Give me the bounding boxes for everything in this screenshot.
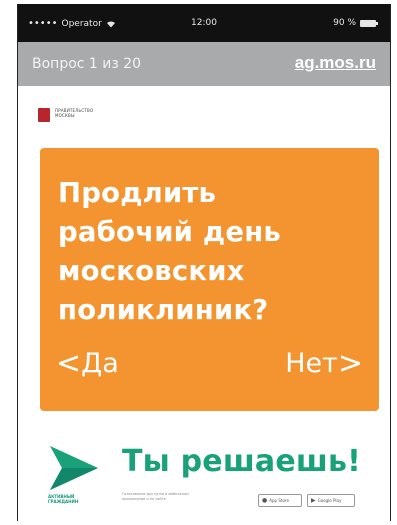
small-text-line: приложении и на сайте <box>122 497 166 501</box>
slogan: Ты решаешь! <box>122 444 362 479</box>
question-progress: Вопрос 1 из 20 <box>32 56 142 72</box>
footer-small-text: Голосование доступно в мобильном приложе… <box>122 492 232 502</box>
active-citizen-logo-icon <box>48 444 100 492</box>
app-store-label: App Store <box>269 498 289 503</box>
battery-icon <box>360 19 378 27</box>
site-link[interactable]: ag.mos.ru <box>295 53 376 73</box>
play-icon: ▶ <box>311 497 316 504</box>
battery-percent: 90 % <box>333 18 356 28</box>
app-store-badge[interactable]: ● App Store <box>258 494 302 507</box>
question-line: московских <box>58 255 245 287</box>
answer-yes-button[interactable]: < Да <box>56 348 119 379</box>
answer-no-label: Нет <box>285 348 338 379</box>
status-bar: ••••• Operator 12:00 90 % <box>18 4 390 42</box>
google-play-label: Google Play <box>317 498 342 503</box>
status-right: 90 % <box>333 18 378 28</box>
chevron-right-icon: > <box>337 345 363 381</box>
answer-yes-label: Да <box>81 348 119 379</box>
gov-logo-line2: МОСКВЫ <box>55 113 75 118</box>
gov-logo-text: ПРАВИТЕЛЬСТВО МОСКВЫ <box>55 108 93 118</box>
google-play-badge[interactable]: ▶ Google Play <box>307 494 355 507</box>
active-citizen-brand-name: АКТИВНЫЙ ГРАЖДАНИН <box>48 494 78 504</box>
apple-icon: ● <box>262 497 268 504</box>
question-text: Продлить рабочий день московских поликли… <box>58 174 368 330</box>
question-line: поликлиник? <box>58 294 269 326</box>
answer-no-button[interactable]: Нет > <box>285 348 363 379</box>
brand-line2: ГРАЖДАНИН <box>48 499 79 504</box>
moscow-government-logo: ПРАВИТЕЛЬСТВО МОСКВЫ <box>38 108 93 122</box>
question-line: рабочий день <box>58 216 281 248</box>
question-line: Продлить <box>58 177 217 209</box>
nav-bar: Вопрос 1 из 20 ag.mos.ru <box>18 42 390 86</box>
phone-screen: ••••• Operator 12:00 90 % Вопрос 1 из 20… <box>17 4 391 521</box>
chevron-left-icon: < <box>56 345 82 381</box>
coat-of-arms-icon <box>38 108 50 122</box>
question-card: Продлить рабочий день московских поликли… <box>40 148 379 411</box>
